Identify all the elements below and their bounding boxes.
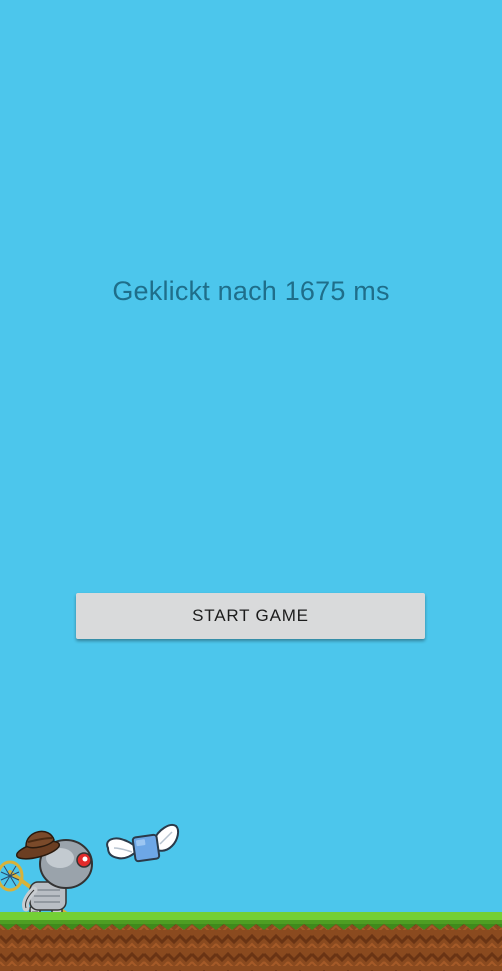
- game-screen[interactable]: Geklickt nach 1675 ms START GAME: [0, 0, 502, 971]
- reaction-time-text: Geklickt nach 1675 ms: [112, 276, 390, 306]
- winged-box-sprite: [106, 824, 180, 863]
- start-game-button[interactable]: START GAME: [76, 593, 425, 639]
- ground-terrain: [0, 912, 502, 971]
